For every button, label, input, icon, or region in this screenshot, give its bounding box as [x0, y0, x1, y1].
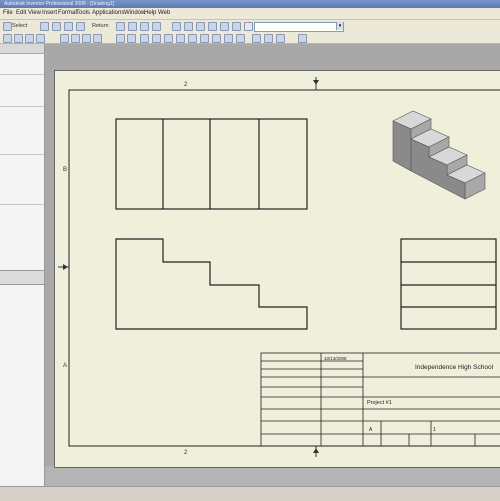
view-icon[interactable] — [116, 34, 125, 43]
part-icon[interactable] — [152, 22, 161, 31]
menu-format[interactable]: Format — [58, 9, 77, 18]
drawing-sheet[interactable]: 2 2 B A 10/13/2008 Independence High Sch… — [54, 70, 500, 468]
menu-window[interactable]: Window — [124, 9, 145, 18]
front-view[interactable] — [115, 238, 308, 330]
zone-bottom-2: 2 — [184, 450, 188, 456]
top-view[interactable] — [115, 118, 308, 210]
menu-edit[interactable]: Edit — [16, 9, 26, 18]
center-mark-top — [313, 77, 319, 90]
layers-icon[interactable] — [298, 34, 307, 43]
browser-panel — [0, 44, 45, 500]
open-icon[interactable] — [64, 22, 73, 31]
status-bar — [0, 486, 500, 501]
new-icon[interactable] — [3, 22, 12, 31]
menu-bar: File Edit View Insert Format Tools Appli… — [0, 8, 500, 20]
leader-icon[interactable] — [82, 34, 91, 43]
centerline-icon[interactable] — [93, 34, 102, 43]
arc-icon[interactable] — [36, 34, 45, 43]
pan-icon[interactable] — [184, 22, 193, 31]
break-icon[interactable] — [176, 34, 185, 43]
title-block-date: 10/13/2008 — [324, 356, 347, 361]
menu-view[interactable]: View — [28, 9, 41, 18]
sheet-scroll-area[interactable] — [45, 466, 500, 486]
zone-left-a: A — [63, 363, 67, 369]
dimension-icon[interactable] — [60, 34, 69, 43]
standard-toolbar: Select Return — [0, 20, 500, 32]
menu-tools[interactable]: Tools — [76, 9, 90, 18]
zoom-icon[interactable] — [172, 22, 181, 31]
hole-table-icon[interactable] — [236, 34, 245, 43]
arrow-icon[interactable] — [3, 34, 12, 43]
revision-icon[interactable] — [252, 34, 261, 43]
zoom-window-icon[interactable] — [196, 22, 205, 31]
save-icon[interactable] — [76, 22, 85, 31]
look-at-icon[interactable] — [220, 22, 229, 31]
title-block-project: Project #1 — [367, 400, 392, 406]
circle-icon[interactable] — [25, 34, 34, 43]
measure-icon[interactable] — [128, 22, 137, 31]
menu-file[interactable]: File — [3, 9, 13, 18]
update-icon[interactable] — [116, 22, 125, 31]
menu-web[interactable]: Web — [158, 9, 170, 18]
balloon-icon[interactable] — [224, 34, 233, 43]
title-bar: Autodesk Inventor Professional 2008 - [D… — [0, 0, 500, 8]
orbit-icon[interactable] — [232, 22, 241, 31]
text-icon[interactable] — [71, 34, 80, 43]
title-block-size: A — [369, 427, 373, 433]
auxiliary-icon[interactable] — [164, 34, 173, 43]
side-view[interactable] — [400, 238, 497, 330]
center-mark-bottom — [313, 446, 319, 457]
title-block-school: Independence High School — [415, 364, 494, 371]
drawing-toolbar — [0, 32, 500, 44]
browser-splitter[interactable] — [0, 270, 44, 285]
zoom-all-icon[interactable] — [208, 22, 217, 31]
window-title: Autodesk Inventor Professional 2008 - [D… — [4, 1, 115, 7]
projected-icon[interactable] — [152, 34, 161, 43]
section-icon[interactable] — [127, 34, 136, 43]
zone-left-b: B — [63, 167, 67, 173]
return-label[interactable]: Return — [92, 22, 109, 30]
line-icon[interactable] — [14, 34, 23, 43]
center-mark-left — [58, 264, 69, 270]
parts-list-icon[interactable] — [212, 34, 221, 43]
redo-icon[interactable] — [52, 22, 61, 31]
sketch-icon[interactable] — [140, 22, 149, 31]
zone-top-2: 2 — [184, 82, 188, 88]
browser-header[interactable] — [0, 44, 44, 54]
select-label[interactable]: Select — [12, 22, 27, 30]
style-dropdown[interactable] — [254, 22, 344, 32]
menu-insert[interactable]: Insert — [42, 9, 57, 18]
undo-icon[interactable] — [40, 22, 49, 31]
overlay-icon[interactable] — [200, 34, 209, 43]
title-block-sheet: 1 — [433, 427, 436, 433]
chevron-down-icon[interactable]: ▾ — [336, 22, 343, 30]
isometric-view[interactable] — [392, 110, 486, 200]
weld-icon[interactable] — [276, 34, 285, 43]
sheet-drawing: 2 2 B A 10/13/2008 Independence High Sch… — [58, 77, 500, 457]
color-icon[interactable] — [244, 22, 253, 31]
symbol-icon[interactable] — [264, 34, 273, 43]
crop-icon[interactable] — [188, 34, 197, 43]
menu-help[interactable]: Help — [144, 9, 156, 18]
menu-applications[interactable]: Applications — [92, 9, 124, 18]
detail-icon[interactable] — [140, 34, 149, 43]
